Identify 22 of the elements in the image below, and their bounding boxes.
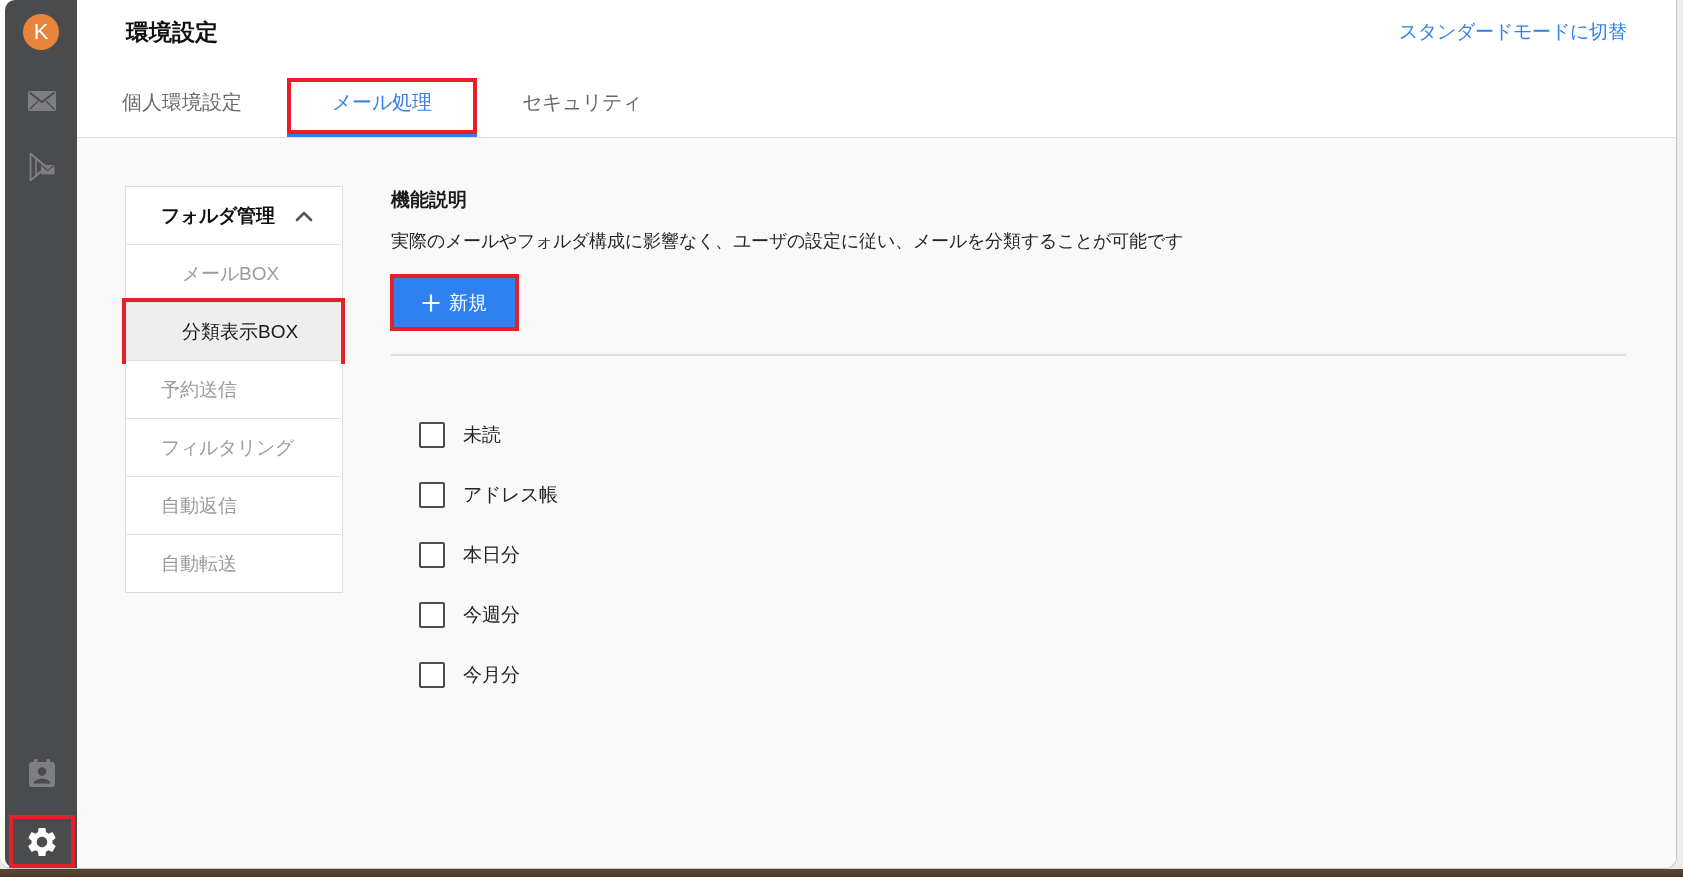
settings-icon[interactable] — [28, 827, 56, 856]
checkbox[interactable] — [419, 422, 445, 448]
avatar[interactable]: K — [23, 14, 59, 50]
plus-icon — [422, 293, 440, 312]
tab[interactable]: メール処理 — [291, 82, 473, 130]
checkbox-label: 今週分 — [463, 603, 520, 627]
checkbox[interactable] — [419, 602, 445, 628]
page-title: 環境設定 — [126, 17, 218, 47]
checkbox[interactable] — [419, 482, 445, 508]
tab[interactable]: セキュリティ — [481, 82, 683, 130]
menu-item[interactable]: 分類表示BOX — [126, 302, 341, 360]
checkbox[interactable] — [419, 542, 445, 568]
checkbox-label: 本日分 — [463, 543, 520, 567]
checkbox-label: 未読 — [463, 423, 501, 447]
checkbox[interactable] — [419, 662, 445, 688]
checkbox-label: アドレス帳 — [463, 483, 558, 507]
tab[interactable]: 個人環境設定 — [81, 82, 283, 130]
mode-switch-link[interactable]: スタンダードモードに切替 — [1399, 19, 1627, 45]
section-heading: 機能説明 — [391, 188, 467, 212]
checkbox-label: 今月分 — [463, 663, 520, 687]
new-button[interactable]: 新規 — [394, 278, 515, 327]
description-text: 実際のメールやフォルダ構成に影響なく、ユーザの設定に従い、メールを分類することが可能です — [391, 230, 1183, 253]
